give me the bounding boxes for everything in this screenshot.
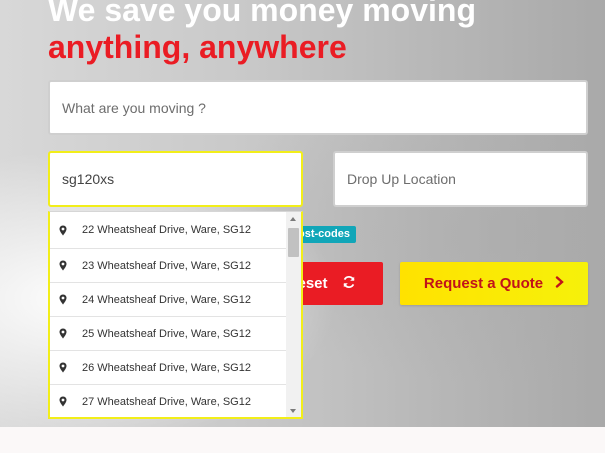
suggestion-item[interactable]: 26 Wheatsheaf Drive, Ware, SG12 bbox=[50, 351, 286, 385]
suggestion-item[interactable]: 24 Wheatsheaf Drive, Ware, SG12 bbox=[50, 283, 286, 317]
suggestion-item[interactable]: 22 Wheatsheaf Drive, Ware, SG12 bbox=[50, 212, 286, 249]
drop-location-placeholder: Drop Up Location bbox=[347, 171, 456, 187]
moving-item-input[interactable]: What are you moving ? bbox=[48, 80, 588, 135]
map-marker-icon bbox=[59, 396, 69, 407]
pickup-location-value: sg120xs bbox=[62, 171, 115, 187]
request-quote-label: Request a Quote bbox=[423, 275, 544, 292]
suggestion-address: 26 Wheatsheaf Drive, Ware, SG12 bbox=[82, 361, 251, 374]
suggestion-address: 27 Wheatsheaf Drive, Ware, SG12 bbox=[82, 395, 251, 408]
suggestion-address: 25 Wheatsheaf Drive, Ware, SG12 bbox=[82, 327, 251, 340]
suggestion-address: 22 Wheatsheaf Drive, Ware, SG12 bbox=[82, 224, 251, 236]
suggestion-address: 23 Wheatsheaf Drive, Ware, SG12 bbox=[82, 259, 251, 272]
suggestion-address: 24 Wheatsheaf Drive, Ware, SG12 bbox=[82, 293, 251, 306]
map-marker-icon bbox=[59, 362, 69, 373]
suggestion-item[interactable]: 23 Wheatsheaf Drive, Ware, SG12 bbox=[50, 249, 286, 283]
address-suggestions-dropdown: 22 Wheatsheaf Drive, Ware, SG12 23 Wheats… bbox=[48, 211, 303, 419]
request-quote-button[interactable]: Request a Quote bbox=[400, 262, 588, 305]
map-marker-icon bbox=[59, 260, 69, 271]
suggestion-item[interactable]: 25 Wheatsheaf Drive, Ware, SG12 bbox=[50, 317, 286, 351]
hero-subtitle: anything, anywhere bbox=[48, 29, 347, 65]
scroll-down-arrow-icon[interactable] bbox=[290, 409, 296, 413]
scrollbar-thumb[interactable] bbox=[288, 228, 299, 257]
moving-item-placeholder: What are you moving ? bbox=[62, 99, 206, 116]
refresh-icon bbox=[342, 275, 356, 293]
drop-location-input[interactable]: Drop Up Location bbox=[333, 151, 588, 207]
suggestion-item[interactable]: 27 Wheatsheaf Drive, Ware, SG12 bbox=[50, 385, 286, 417]
map-marker-icon bbox=[59, 294, 69, 305]
map-marker-icon bbox=[59, 225, 69, 236]
chevron-right-icon bbox=[555, 275, 564, 292]
dropdown-scrollbar[interactable] bbox=[286, 212, 301, 417]
suggestions-list: 22 Wheatsheaf Drive, Ware, SG12 23 Wheats… bbox=[50, 212, 286, 417]
map-marker-icon bbox=[59, 328, 69, 339]
footer-strip bbox=[0, 427, 605, 453]
pickup-location-input[interactable]: sg120xs bbox=[48, 151, 303, 207]
scroll-up-arrow-icon[interactable] bbox=[290, 217, 296, 221]
hero-title: We save you money moving bbox=[48, 0, 476, 28]
